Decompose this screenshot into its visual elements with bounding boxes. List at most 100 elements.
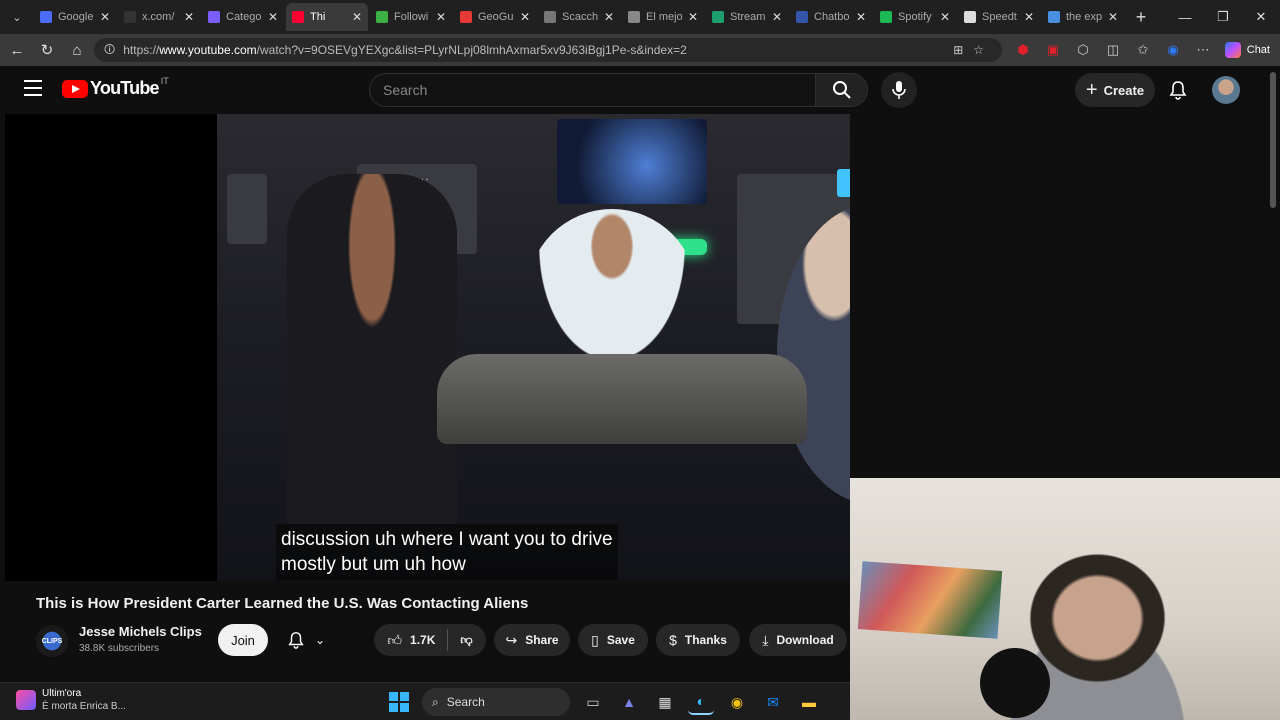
video-owner-row: CLIPS Jesse Michels Clips 38.8K subscrib…: [36, 624, 856, 660]
profile-icon[interactable]: ◉: [1158, 42, 1188, 58]
browser-tab[interactable]: El mejo ✕: [622, 3, 704, 31]
file-explorer-icon[interactable]: ▬: [796, 689, 822, 715]
page-scrollbar[interactable]: [1270, 72, 1276, 208]
taskbar-search[interactable]: ⌕ Search: [422, 688, 570, 716]
news-widget[interactable]: Ultim'ora È morta Enrica B...: [16, 687, 126, 713]
browser-tab[interactable]: Catego ✕: [202, 3, 284, 31]
split-screen-icon[interactable]: ◫: [1098, 42, 1128, 58]
voice-search-button[interactable]: [881, 72, 917, 108]
browser-tab[interactable]: the exp ✕: [1042, 3, 1124, 31]
close-tab-icon[interactable]: ✕: [268, 10, 278, 24]
browser-tab[interactable]: x.com/ ✕: [118, 3, 200, 31]
more-menu-icon[interactable]: ⋯: [1188, 42, 1218, 58]
tab-favicon-icon: [460, 11, 472, 23]
search-button[interactable]: [815, 73, 868, 107]
teams-icon[interactable]: ▲: [616, 689, 642, 715]
subscription-bell-button[interactable]: ⌄: [276, 624, 336, 656]
browser-tab[interactable]: Google ✕: [34, 3, 116, 31]
youtube-play-icon: [62, 79, 88, 98]
join-button[interactable]: Join: [218, 624, 268, 656]
create-label: Create: [1103, 82, 1145, 98]
tab-favicon-icon: [964, 11, 976, 23]
youtube-logo[interactable]: YouTube IT: [62, 76, 169, 99]
url-prefix: https://: [123, 43, 160, 57]
close-tab-icon[interactable]: ✕: [1024, 10, 1034, 24]
share-button[interactable]: ↪ Share: [494, 624, 570, 656]
minimize-button[interactable]: —: [1166, 10, 1204, 25]
close-tab-icon[interactable]: ✕: [436, 10, 446, 24]
webcam-overlay: [850, 478, 1280, 720]
browser-tab[interactable]: Speedt ✕: [958, 3, 1040, 31]
save-button[interactable]: ▯ Save: [578, 624, 648, 656]
tab-favicon-icon: [628, 11, 640, 23]
like-button[interactable]: 👍︎ 1.7K: [387, 632, 435, 649]
extensions-icon[interactable]: ⬡: [1068, 42, 1098, 58]
download-button[interactable]: ⤓ Download: [749, 624, 847, 656]
task-view-icon[interactable]: ▭: [580, 689, 606, 715]
edge-icon[interactable]: ◐: [688, 689, 714, 715]
site-info-icon[interactable]: 🛈: [104, 41, 115, 60]
webcam-microphone: [980, 648, 1050, 718]
browser-tab[interactable]: Stream ✕: [706, 3, 788, 31]
close-tab-icon[interactable]: ✕: [1108, 10, 1118, 24]
close-tab-icon[interactable]: ✕: [100, 10, 110, 24]
like-divider: [447, 629, 449, 651]
tab-favicon-icon: [880, 11, 892, 23]
browser-tab[interactable]: Thi ✕: [286, 3, 368, 31]
browser-tab-bar: ⌄ Google ✕ x.com/✕ Catego ✕ Thi ✕ Followi ✕ GeoGu…: [0, 0, 1280, 34]
browser-tab[interactable]: GeoGu ✕: [454, 3, 536, 31]
close-tab-icon[interactable]: ✕: [184, 10, 194, 24]
tab-favicon-icon: [796, 11, 808, 23]
store-icon[interactable]: ▦: [652, 689, 678, 715]
outlook-icon[interactable]: ✉: [760, 689, 786, 715]
tab-title: Speedt: [982, 11, 1017, 23]
browser-tab[interactable]: Chatbo ✕: [790, 3, 872, 31]
taskbar-apps: ⌕ Search ▭ ▲ ▦ ◐ ◉ ✉ ▬: [386, 688, 832, 716]
windows-taskbar: Ultim'ora È morta Enrica B... ⌕ Search ▭ …: [0, 682, 850, 720]
close-tab-icon[interactable]: ✕: [604, 10, 614, 24]
tab-list-button[interactable]: ⌄: [0, 0, 34, 34]
thanks-button[interactable]: $ Thanks: [656, 624, 740, 656]
url-field[interactable]: 🛈 https://www.youtube.com/watch?v=9OSEVg…: [94, 38, 1002, 62]
copilot-icon: [1224, 42, 1241, 58]
video-player[interactable]: ∙∙∙∙∙∙∙∙∙∙∙∙∙∙∙∙∙∙∙∙∙ ∙∙∙∙ ∙∙∙∙∙∙∙∙∙ dis…: [5, 114, 850, 581]
close-tab-icon[interactable]: ✕: [772, 10, 782, 24]
close-tab-icon[interactable]: ✕: [856, 10, 866, 24]
maximize-button[interactable]: ❐: [1204, 9, 1242, 25]
favorite-star-icon[interactable]: ⊞☆: [953, 43, 994, 57]
chrome-icon[interactable]: ◉: [724, 689, 750, 715]
close-tab-icon[interactable]: ✕: [520, 10, 530, 24]
tab-title: Scacch: [562, 11, 599, 23]
account-avatar[interactable]: [1212, 76, 1240, 104]
youtube-header: YouTube IT + Create: [0, 66, 1268, 114]
start-button[interactable]: [386, 689, 412, 715]
favorites-icon[interactable]: ✩: [1128, 42, 1158, 58]
dislike-button[interactable]: 👎︎: [460, 633, 472, 648]
browser-tab[interactable]: Spotify ✕: [874, 3, 956, 31]
close-window-button[interactable]: ✕: [1242, 9, 1280, 25]
close-tab-icon[interactable]: ✕: [352, 10, 362, 24]
news-headline-text: È morta Enrica B...: [42, 701, 126, 712]
save-label: Save: [606, 633, 635, 647]
browser-tab[interactable]: Scacch ✕: [538, 3, 620, 31]
channel-name[interactable]: Jesse Michels Clips: [79, 624, 202, 639]
close-tab-icon[interactable]: ✕: [688, 10, 698, 24]
bookmark-icon: ▯: [591, 631, 599, 648]
extension-red-icon[interactable]: ▣: [1038, 42, 1068, 58]
reload-button[interactable]: ↻: [32, 41, 62, 59]
caption-line-1: discussion uh where I want you to drive: [281, 529, 613, 550]
share-icon: ↪: [505, 631, 518, 648]
new-tab-button[interactable]: +: [1126, 7, 1156, 28]
browser-tab[interactable]: Followi ✕: [370, 3, 452, 31]
extension-shield-icon[interactable]: ⬢: [1008, 42, 1038, 58]
menu-icon[interactable]: [24, 80, 42, 101]
home-icon[interactable]: ⌂: [62, 42, 92, 59]
close-tab-icon[interactable]: ✕: [940, 10, 950, 24]
channel-avatar[interactable]: CLIPS: [36, 625, 68, 657]
notifications-button[interactable]: [1166, 78, 1190, 102]
search-input[interactable]: [383, 82, 815, 98]
tab-title: Followi: [394, 11, 429, 23]
copilot-chat-button[interactable]: Chat: [1224, 42, 1270, 58]
back-button[interactable]: ←: [2, 42, 32, 59]
create-button[interactable]: + Create: [1075, 73, 1155, 107]
